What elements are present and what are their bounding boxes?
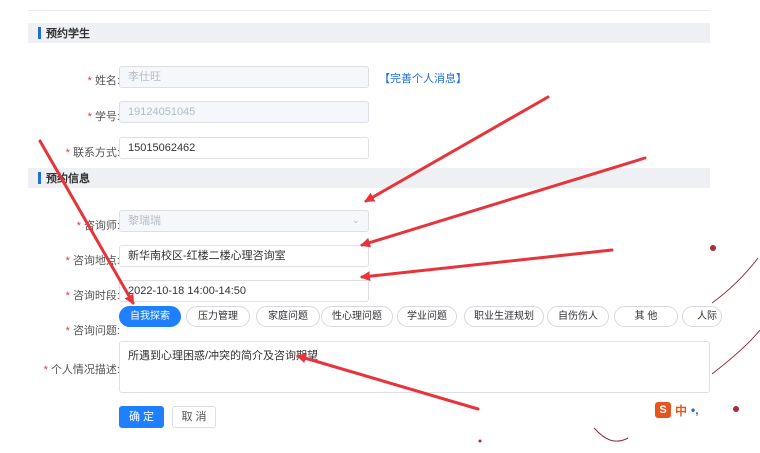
name-field: 李仕旺 xyxy=(119,66,369,88)
counselor-select[interactable]: 黎瑞瑞 ⌄ xyxy=(119,210,369,232)
section-accent-bar xyxy=(38,27,41,39)
section-header-booking: 预约信息 xyxy=(28,168,710,188)
required-mark: * xyxy=(65,325,70,337)
chevron-down-icon: ⌄ xyxy=(351,215,360,226)
ime-toolbar[interactable]: S 中 •, xyxy=(655,401,699,419)
required-mark: * xyxy=(65,255,70,267)
section-header-student: 预约学生 xyxy=(28,23,710,43)
sogou-ime-icon: S xyxy=(655,402,671,418)
section-title: 预约信息 xyxy=(46,173,90,185)
ime-punctuation-indicator: •, xyxy=(691,403,699,417)
time-field[interactable]: 2022-10-18 14:00-14:50 xyxy=(119,280,369,302)
student-id-field: 19124051045 xyxy=(119,101,369,123)
location-field[interactable]: 新华南校区-红楼二楼心理咨询室 xyxy=(119,245,369,267)
issue-chip-self-exploration[interactable]: 自我探索 xyxy=(119,306,181,327)
required-mark: * xyxy=(43,364,48,376)
issue-chip-sexual-psychology[interactable]: 性心理问题 xyxy=(321,306,393,327)
issue-chip-family[interactable]: 家庭问题 xyxy=(256,306,320,327)
section-accent-bar xyxy=(38,172,41,184)
required-mark: * xyxy=(65,290,70,302)
issue-chip-other[interactable]: 其 他 xyxy=(614,306,678,327)
description-label: * 个人情况描述: xyxy=(43,364,120,376)
issue-chip-self-harm[interactable]: 自伤伤人 xyxy=(547,306,609,327)
required-mark: * xyxy=(76,220,81,232)
counselor-value: 黎瑞瑞 xyxy=(128,215,161,227)
contact-field[interactable]: 15015062462 xyxy=(119,137,369,159)
required-mark: * xyxy=(87,75,92,87)
issue-chip-interpersonal[interactable]: 人际 xyxy=(682,306,722,327)
student-id-label: * 学号: xyxy=(87,111,120,123)
issue-chip-academic[interactable]: 学业问题 xyxy=(397,306,457,327)
counselor-label: * 咨询师: xyxy=(76,220,120,232)
confirm-button[interactable]: 确 定 xyxy=(119,406,164,428)
name-label: * 姓名: xyxy=(87,75,120,87)
doodle-dot xyxy=(478,439,482,443)
required-mark: * xyxy=(87,111,92,123)
required-mark: * xyxy=(65,147,70,159)
issue-chip-stress[interactable]: 压力管理 xyxy=(186,306,250,327)
contact-label: * 联系方式: xyxy=(65,147,120,159)
description-textarea[interactable]: 所遇到心理困惑/冲突的简介及咨询期望 xyxy=(119,341,710,393)
location-label: * 咨询地点: xyxy=(65,255,120,267)
doodle-dot xyxy=(710,245,716,251)
section-title: 预约学生 xyxy=(46,28,90,40)
complete-profile-link[interactable]: 【完善个人消息】 xyxy=(379,70,467,86)
issue-label: * 咨询问题: xyxy=(65,325,120,337)
doodle-dot xyxy=(733,406,739,412)
time-label: * 咨询时段: xyxy=(65,290,120,302)
cancel-button[interactable]: 取 消 xyxy=(172,406,216,428)
ime-mode-indicator: 中 xyxy=(675,403,688,418)
issue-chip-career[interactable]: 职业生涯规划 xyxy=(464,306,544,327)
